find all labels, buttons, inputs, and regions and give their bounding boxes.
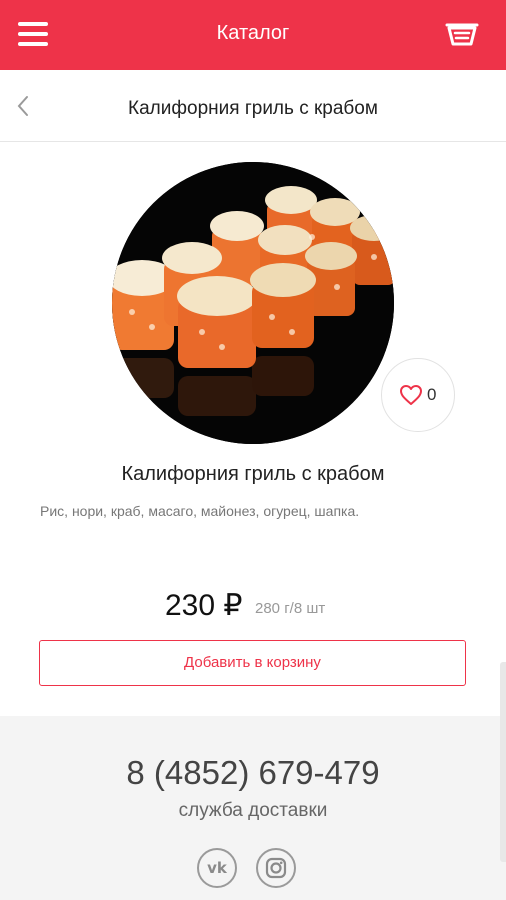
footer: 8 (4852) 679-479 служба доставки vk — [0, 716, 506, 900]
product-description: Рис, нори, краб, масаго, майонез, огурец… — [40, 503, 360, 519]
add-to-cart-button[interactable]: Добавить в корзину — [39, 640, 466, 686]
heart-icon — [399, 384, 423, 406]
like-button[interactable]: 0 — [381, 358, 455, 432]
product-image — [112, 162, 394, 444]
vk-icon[interactable]: vk — [197, 848, 237, 888]
scrollbar[interactable] — [500, 662, 506, 862]
like-count: 0 — [427, 385, 437, 404]
page-title: Калифорния гриль с крабом — [128, 98, 378, 119]
delivery-caption: служба доставки — [178, 800, 328, 821]
product-price: 230 ₽ — [165, 589, 243, 622]
app-bar: Каталог — [0, 0, 506, 70]
delivery-phone[interactable]: 8 (4852) 679-479 — [0, 754, 506, 792]
app-bar-title: Каталог — [216, 22, 290, 44]
product-weight: 280 г/8 шт — [255, 600, 326, 617]
product-header: Калифорния гриль с крабом — [0, 70, 506, 142]
product-name: Калифорния гриль с крабом — [121, 463, 385, 485]
instagram-icon[interactable] — [256, 848, 296, 888]
basket-icon[interactable] — [444, 18, 480, 48]
